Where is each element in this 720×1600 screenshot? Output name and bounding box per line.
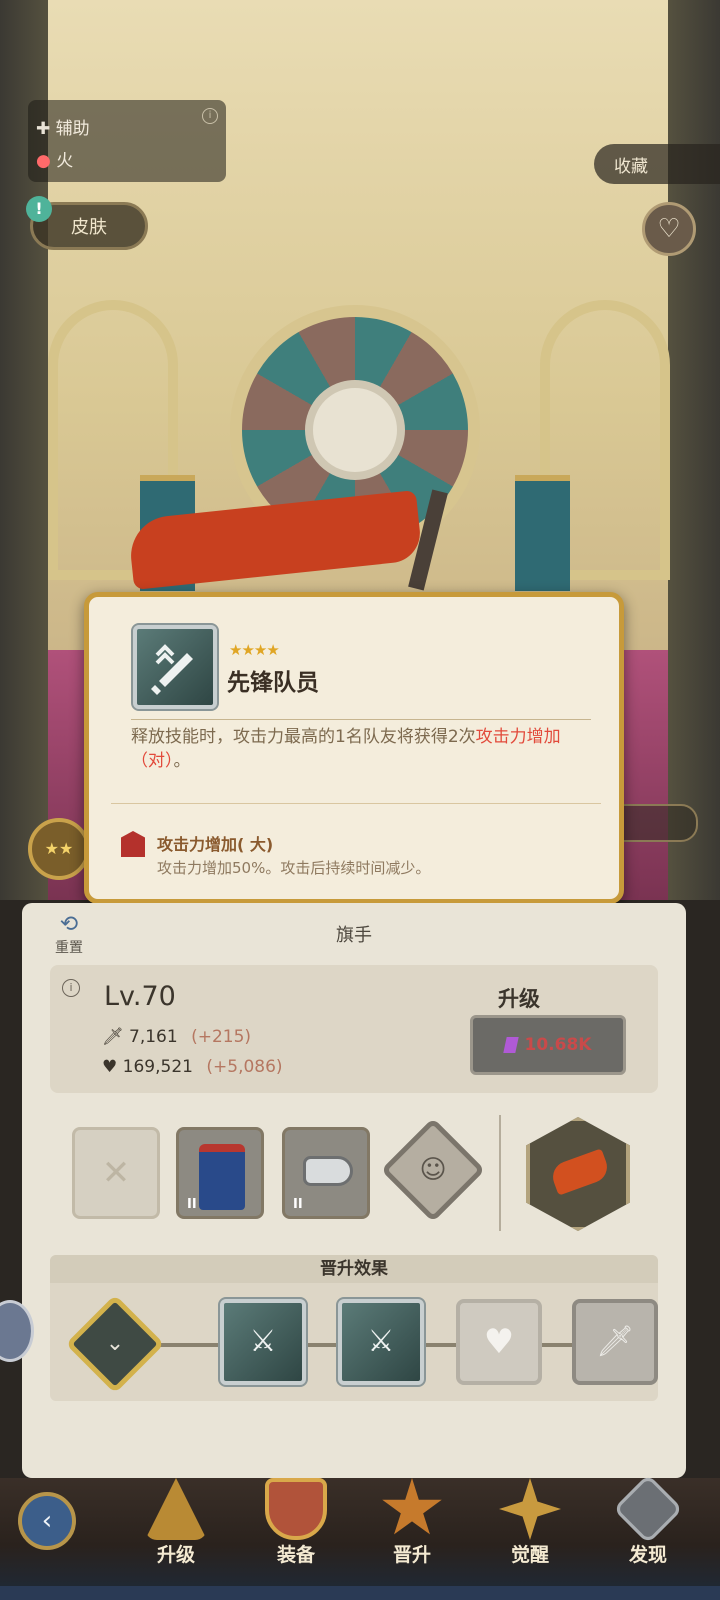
promotion-card: 晋升效果 ⌄ ⚔ ⚔ ♥ 🗡 [50,1255,658,1401]
right-pillar [668,0,720,900]
info-icon[interactable]: i [62,979,80,997]
exclusive-item-slot[interactable] [526,1117,630,1231]
banner-icon [548,1148,612,1196]
attack-row: 🗡 7,161 (+215) [102,1027,251,1047]
tier-badge: II [187,1197,197,1212]
shield-icon [265,1478,327,1540]
equip-slot-armor[interactable]: II [176,1127,264,1219]
skill-description: 释放技能时，攻击力最高的1名队友将获得2次攻击力增加（对）。 [131,725,593,773]
star-rank-badge[interactable]: ★★ [28,818,90,880]
gem-icon [502,1037,519,1053]
element-label: 火 [56,151,74,171]
divider [499,1115,501,1231]
attack-bonus: (+215) [191,1027,252,1047]
coat-icon [199,1144,245,1210]
equip-slot-emblem[interactable]: ☺ [380,1117,486,1223]
hearts-icon: ♥ [483,1322,515,1362]
upgrade-label: 升级 [498,987,540,1011]
back-button[interactable]: ‹ [18,1492,76,1550]
hp-row: ♥ 169,521 (+5,086) [102,1057,283,1077]
gear-icon [305,380,405,480]
promotion-title: 晋升效果 [50,1255,658,1283]
hp-value: 169,521 [122,1057,193,1077]
attack-value: 7,161 [129,1027,178,1047]
upgrade-cost: 10.68K [524,1035,592,1055]
support-icon: ✚ [36,119,51,139]
upgrade-arrow-icon [145,1478,207,1540]
description-prefix: 释放技能时，攻击力最高的1名队友将获得2次 [131,727,476,747]
promotion-node-5[interactable]: 🗡 [572,1299,658,1385]
cat-face-icon: ☺ [419,1155,447,1185]
hero-class-panel: ✚ 辅助 ● 火 i [28,100,226,182]
buff-name: 攻击力增加( 大) [157,835,274,854]
promotion-node-2[interactable]: ⚔ [218,1297,308,1387]
hero-name: 旗手 [336,925,372,946]
heart-icon[interactable]: ♡ [642,202,696,256]
chevrons-icon: ⌄ [105,1331,125,1356]
attack-up-icon [121,831,145,857]
skin-label: 皮肤 [71,217,107,238]
nav-item-awaken[interactable]: 觉醒 [470,1478,590,1567]
promotion-node-1[interactable]: ⌄ [65,1294,165,1394]
nav-item-upgrade[interactable]: 升级 [116,1478,236,1567]
hero-level: Lv.70 [104,981,176,1012]
skill-icon [131,623,219,711]
hero-detail-panel: ⟲ 重置 旗手 i Lv.70 🗡 7,161 (+215) ♥ 169,521… [22,903,686,1478]
sword-buff-icon [151,644,193,695]
nav-label: 升级 [156,1544,195,1566]
nav-item-promotion[interactable]: 晋升 [352,1478,472,1567]
description-suffix: 。 [173,751,191,771]
sparkle-icon [499,1478,561,1540]
tier-badge: II [293,1197,303,1212]
nav-label: 觉醒 [510,1544,549,1566]
sword-icon: 🗡 [102,1027,124,1047]
info-icon[interactable]: i [202,108,218,124]
discover-star-icon [612,1473,684,1545]
role-row: ✚ 辅助 [36,114,90,139]
heart-plus-icon: ♥ [102,1057,118,1077]
sword-buff-icon: ⚔ [249,1324,277,1359]
nav-label: 晋升 [392,1544,431,1566]
divider [111,803,601,804]
buff-description: 攻击力增加50%。攻击后持续时间减少。 [157,859,431,877]
nav-label: 发现 [628,1544,667,1566]
bottom-nav: ‹ 升级 装备 晋升 觉醒 发现 [0,1473,720,1600]
nav-item-equipment[interactable]: 装备 [236,1478,356,1567]
upgrade-button[interactable]: 10.68K [470,1015,626,1075]
favorite-label: 收藏 [614,156,648,177]
skill-tooltip: ★★★★ 先锋队员 释放技能时，攻击力最高的1名队友将获得2次攻击力增加（对）。… [84,592,624,904]
favorite-tab[interactable]: 收藏 [594,144,720,184]
right-banner [515,475,570,591]
promotion-node-3[interactable]: ⚔ [336,1297,426,1387]
whistle-icon [303,1156,353,1186]
stats-card: i Lv.70 🗡 7,161 (+215) ♥ 169,521 (+5,086… [50,965,658,1093]
role-label: 辅助 [55,119,90,139]
skill-title: 先锋队员 [227,670,319,696]
fire-icon: ● [36,151,51,171]
equip-slot-accessory[interactable]: II [282,1127,370,1219]
alert-icon: ! [26,196,52,222]
sword-icon: 🗡 [595,1324,635,1359]
nav-label: 装备 [276,1544,315,1566]
skill-stars: ★★★★ [229,641,280,659]
back-arrow-icon: ‹ [41,1506,53,1536]
star-icon [382,1478,442,1535]
nav-bottom-strip [0,1586,720,1600]
element-row: ● 火 [36,146,73,171]
crossed-swords-icon: ✕ [101,1153,131,1193]
promotion-node-4[interactable]: ♥ [456,1299,542,1385]
nav-item-discover[interactable]: 发现 [588,1473,708,1567]
equip-slot-weapon-empty[interactable]: ✕ [72,1127,160,1219]
sword-buff-icon: ⚔ [367,1324,395,1359]
divider [131,719,591,720]
hp-bonus: (+5,086) [206,1057,283,1077]
